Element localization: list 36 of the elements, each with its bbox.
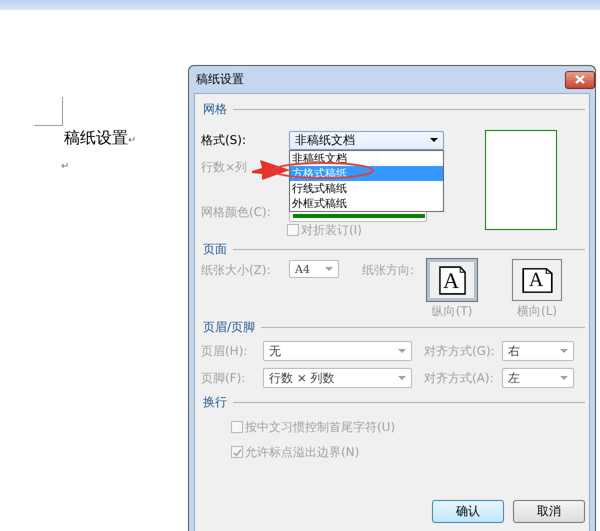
dropdown[interactable]: 右 [502, 341, 574, 361]
dialog-title: 稿纸设置 [195, 71, 244, 88]
orientation-button[interactable]: A [512, 259, 562, 301]
dropdown[interactable]: 非稿纸文档 [289, 130, 444, 150]
dropdown[interactable]: A4 [289, 260, 339, 278]
list-option[interactable]: 行线式稿纸 [290, 180, 443, 196]
dropdown[interactable]: 行数 × 列数 [263, 368, 412, 388]
orientation-label: 纵向(T) [432, 303, 472, 320]
dialog-button[interactable]: 取消 [513, 500, 585, 523]
dialog-button[interactable]: 确认 [432, 500, 504, 523]
checkbox-label: 对折装订(I) [301, 222, 362, 238]
dropdown[interactable]: 无 [263, 341, 412, 361]
field-label: 纸张大小(Z): [201, 262, 272, 279]
field-label: 页脚(F): [201, 370, 246, 386]
field-label: 格式(S): [201, 132, 248, 148]
checkbox-label: 允许标点溢出边界(N) [245, 444, 360, 460]
section-title: 网格 [202, 100, 227, 118]
checkbox-label: 按中文习惯控制首尾字符(U) [245, 418, 396, 436]
orientation-label: 横向(L) [517, 303, 558, 320]
field-label: 页眉(H): [201, 342, 248, 360]
field-label: 对齐方式(G): [424, 342, 496, 360]
page-icon: A [520, 266, 554, 294]
list-option[interactable]: 外框式稿纸 [290, 196, 443, 210]
section-title: 页面 [202, 240, 227, 258]
field-label: 对齐方式(A): [424, 370, 495, 386]
field-label: 纸张方向: [362, 262, 414, 279]
section-title: 页眉/页脚 [202, 318, 256, 336]
paragraph-mark: ↵ [128, 135, 136, 146]
document-text: 稿纸设置 [64, 128, 128, 149]
dropdown[interactable]: 左 [502, 368, 574, 388]
section-title: 换行 [202, 394, 227, 410]
orientation-button[interactable]: A [427, 259, 478, 301]
page-icon: A [438, 264, 467, 296]
field-label: 行数×列 [201, 158, 248, 176]
field-label: 网格颜色(C): [201, 204, 272, 220]
paragraph-mark: ↵ [61, 161, 70, 172]
